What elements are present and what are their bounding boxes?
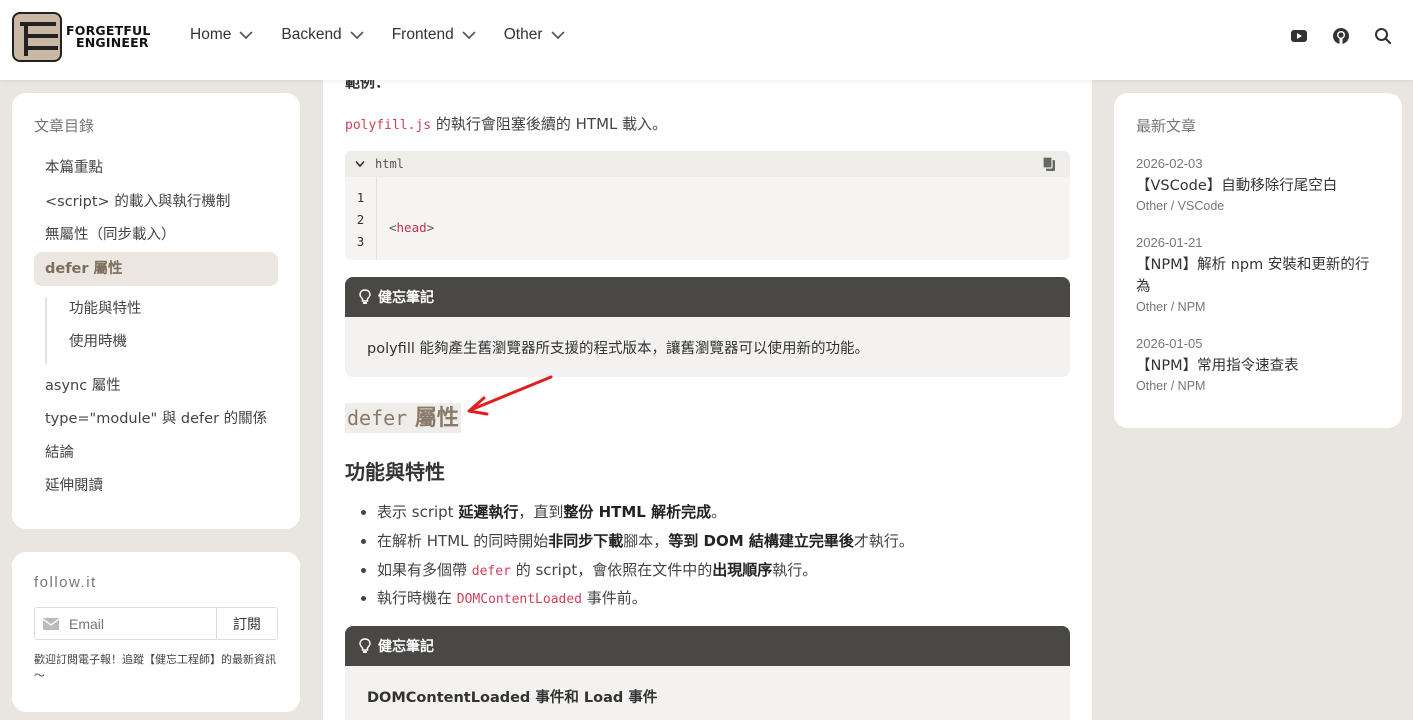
line-number: 1 bbox=[356, 190, 365, 205]
site-logo[interactable]: FORGETFUL ENGINEER bbox=[12, 12, 151, 62]
chevron-down-icon bbox=[350, 31, 364, 40]
post-title[interactable]: 【NPM】解析 npm 安裝和更新的行為 bbox=[1136, 254, 1380, 298]
intro-text: 的執行會阻塞後續的 HTML 載入。 bbox=[431, 115, 668, 133]
note-body: DOMContentLoaded 事件和 Load 事件 bbox=[367, 690, 658, 706]
follow-note: 歡迎訂閱電子報！追蹤【健忘工程師】的最新資訊～ bbox=[34, 653, 276, 682]
post-title[interactable]: 【VSCode】自動移除行尾空白 bbox=[1136, 175, 1380, 197]
logo-line-2: ENGINEER bbox=[76, 35, 149, 50]
code-block-header: html bbox=[345, 151, 1070, 177]
table-of-contents: 文章目錄 本篇重點 <script> 的載入與執行機制 無屬性（同步載入） de… bbox=[12, 93, 300, 529]
search-icon[interactable] bbox=[1373, 26, 1393, 46]
post-category[interactable]: Other / VSCode bbox=[1136, 199, 1380, 213]
line-numbers: 1 2 3 bbox=[345, 177, 377, 260]
toc-item[interactable]: 本篇重點 bbox=[34, 156, 278, 190]
section-heading-code: defer bbox=[347, 406, 408, 430]
email-field[interactable] bbox=[69, 615, 209, 632]
toc-item-active[interactable]: defer 屬性 bbox=[34, 251, 278, 286]
subscribe-button[interactable]: 訂閱 bbox=[217, 608, 277, 639]
code-body: 1 2 3 <head> <script src="polyfill.js"><… bbox=[345, 177, 1070, 260]
nav-backend-label: Backend bbox=[281, 26, 342, 43]
toc-item[interactable]: 結論 bbox=[34, 441, 278, 475]
post-date: 2026-01-05 bbox=[1136, 336, 1203, 351]
toc-item[interactable]: async 屬性 bbox=[34, 374, 278, 408]
post-category[interactable]: Other / NPM bbox=[1136, 300, 1380, 314]
note-body: polyfill 能夠產生舊瀏覽器所支援的程式版本，讓舊瀏覽器可以使用新的功能。 bbox=[367, 341, 869, 357]
subscribe-form: 訂閱 bbox=[34, 607, 278, 640]
inline-code: polyfill.js bbox=[345, 118, 432, 133]
list-item: 表示 script 延遲執行，直到整份 HTML 解析完成。 bbox=[377, 498, 914, 527]
list-item: 在解析 HTML 的同時開始非同步下載腳本，等到 DOM 結構建立完畢後才執行。 bbox=[377, 527, 914, 556]
recent-post: 2026-02-03 【VSCode】自動移除行尾空白 Other / VSCo… bbox=[1136, 156, 1380, 213]
nav-other[interactable]: Other bbox=[504, 26, 565, 44]
nav-frontend-label: Frontend bbox=[391, 26, 454, 43]
note-header: 健忘筆記 bbox=[345, 277, 1070, 317]
note-box: 健忘筆記 DOMContentLoaded 事件和 Load 事件 bbox=[345, 626, 1070, 720]
mail-icon bbox=[43, 617, 59, 630]
section-heading-defer: defer 屬性 bbox=[345, 403, 461, 433]
recent-post: 2026-01-21 【NPM】解析 npm 安裝和更新的行為 Other / … bbox=[1136, 235, 1380, 314]
toc-item[interactable]: type="module" 與 defer 的關係 bbox=[34, 407, 278, 441]
list-item: 執行時機在 DOMContentLoaded 事件前。 bbox=[377, 584, 914, 613]
recent-post: 2026-01-05 【NPM】常用指令速查表 Other / NPM bbox=[1136, 336, 1380, 393]
nav-frontend[interactable]: Frontend bbox=[392, 26, 476, 44]
note-title: 健忘筆記 bbox=[378, 639, 434, 655]
logo-text: FORGETFUL ENGINEER bbox=[66, 24, 151, 50]
post-date: 2026-02-03 bbox=[1136, 156, 1203, 171]
code-language: html bbox=[375, 157, 404, 171]
chevron-down-icon bbox=[550, 31, 565, 40]
toc-title: 文章目錄 bbox=[34, 117, 95, 135]
lightbulb-icon bbox=[359, 638, 371, 653]
note-header: 健忘筆記 bbox=[345, 626, 1070, 666]
post-title[interactable]: 【NPM】常用指令速查表 bbox=[1136, 355, 1380, 377]
recent-posts: 最新文章 2026-02-03 【VSCode】自動移除行尾空白 Other /… bbox=[1114, 93, 1402, 428]
logo-mark-icon bbox=[12, 12, 62, 62]
toc-sub-item[interactable]: 使用時機 bbox=[69, 330, 278, 364]
nav-other-label: Other bbox=[503, 26, 543, 43]
chevron-down-icon bbox=[462, 31, 476, 40]
nav-home[interactable]: Home bbox=[190, 26, 253, 44]
email-field-wrapper bbox=[35, 608, 217, 639]
red-arrow-annotation bbox=[467, 375, 553, 416]
section-heading-text: 屬性 bbox=[414, 406, 459, 431]
code-lines: <head> <script src="polyfill.js"></scrip… bbox=[377, 177, 668, 260]
post-category[interactable]: Other / NPM bbox=[1136, 379, 1380, 393]
subsection-heading: 功能與特性 bbox=[345, 460, 445, 484]
recent-title: 最新文章 bbox=[1136, 117, 1197, 135]
feature-list: 表示 script 延遲執行，直到整份 HTML 解析完成。 在解析 HTML … bbox=[359, 498, 914, 613]
code-line: <head> bbox=[389, 220, 435, 235]
note-title: 健忘筆記 bbox=[378, 290, 434, 306]
note-box: 健忘筆記 polyfill 能夠產生舊瀏覽器所支援的程式版本，讓舊瀏覽器可以使用… bbox=[345, 277, 1070, 377]
follow-widget: follow.it 訂閱 歡迎訂閱電子報！追蹤【健忘工程師】的最新資訊～ bbox=[12, 552, 300, 712]
toc-item[interactable]: <script> 的載入與執行機制 bbox=[34, 190, 278, 224]
main-nav: Home Backend Frontend Other bbox=[190, 26, 593, 44]
top-navbar: FORGETFUL ENGINEER Home Backend Frontend… bbox=[0, 0, 1413, 80]
follow-title: follow.it bbox=[34, 574, 97, 591]
example-heading: 範例： bbox=[345, 80, 391, 91]
nav-home-label: Home bbox=[190, 26, 232, 43]
code-block: html 1 2 3 <head> <script src="polyfill.… bbox=[345, 151, 1070, 260]
copy-icon[interactable] bbox=[1042, 156, 1056, 172]
list-item: 如果有多個帶 defer 的 script，會依照在文件中的出現順序執行。 bbox=[377, 556, 914, 585]
toc-item[interactable]: 延伸閱讀 bbox=[34, 474, 278, 508]
post-date: 2026-01-21 bbox=[1136, 235, 1203, 250]
article-content: 範例： polyfill.js 的執行會阻塞後續的 HTML 載入。 html … bbox=[323, 80, 1092, 720]
youtube-icon[interactable] bbox=[1289, 26, 1309, 46]
intro-paragraph: polyfill.js 的執行會阻塞後續的 HTML 載入。 bbox=[345, 113, 667, 134]
toc-sub-item[interactable]: 功能與特性 bbox=[69, 297, 278, 331]
line-number: 3 bbox=[356, 234, 365, 249]
line-number: 2 bbox=[356, 212, 365, 227]
chevron-down-icon bbox=[239, 31, 253, 40]
chevron-down-icon[interactable] bbox=[355, 160, 365, 168]
toc-subsection-list: 功能與特性 使用時機 bbox=[45, 296, 278, 364]
header-icons bbox=[1267, 26, 1393, 46]
nav-backend[interactable]: Backend bbox=[281, 26, 364, 44]
github-icon[interactable] bbox=[1331, 26, 1351, 46]
lightbulb-icon bbox=[359, 289, 371, 304]
